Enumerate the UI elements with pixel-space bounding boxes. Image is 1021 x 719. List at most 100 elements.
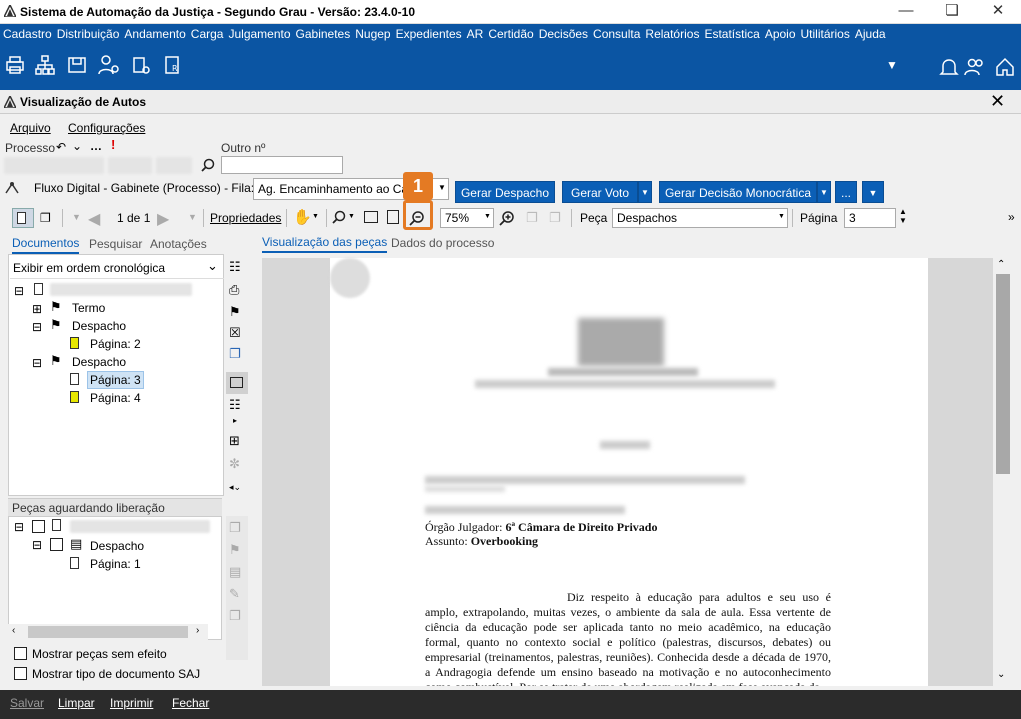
zoom-tool-icon[interactable] bbox=[332, 210, 346, 224]
hierarchy-icon[interactable] bbox=[34, 54, 56, 76]
remove-document-icon[interactable]: ☒ bbox=[229, 325, 241, 341]
fechar-button[interactable]: Fechar bbox=[172, 696, 209, 710]
edit-icon[interactable]: ✎ bbox=[229, 586, 240, 602]
menu-item-14[interactable]: Apoio bbox=[762, 24, 798, 41]
fit-width-icon[interactable] bbox=[364, 211, 378, 223]
menu-configuracoes[interactable]: Configurações bbox=[68, 121, 145, 135]
rotate-left-icon[interactable]: ❐ bbox=[526, 210, 538, 226]
menu-item-12[interactable]: Relatórios bbox=[642, 24, 701, 41]
menu-item-0[interactable]: Cadastro bbox=[0, 24, 54, 41]
tree-link-icon[interactable]: ☷ bbox=[229, 397, 241, 413]
scroll-left-icon[interactable]: ‹ bbox=[12, 625, 15, 636]
tree-item-pagina-2[interactable]: Página: 2 bbox=[90, 337, 141, 351]
delete-icon[interactable]: ▤ bbox=[229, 564, 241, 580]
tree-item-pagina-4[interactable]: Página: 4 bbox=[90, 391, 141, 405]
chevron-down-icon[interactable]: ⌄ bbox=[207, 258, 218, 274]
processo-suffix-blurred[interactable] bbox=[156, 157, 192, 174]
chevron-down-icon[interactable]: ▼ bbox=[438, 183, 446, 192]
minimize-icon[interactable]: — bbox=[883, 0, 929, 24]
limpar-button[interactable]: Limpar bbox=[58, 696, 95, 710]
fit-page-icon[interactable] bbox=[387, 210, 399, 224]
first-page-icon[interactable]: ▼ bbox=[72, 212, 81, 222]
menu-item-6[interactable]: Nugep bbox=[352, 24, 392, 41]
gerar-voto-button[interactable]: Gerar Voto bbox=[562, 181, 638, 203]
order-select[interactable]: Exibir em ordem cronológica bbox=[10, 257, 224, 279]
processo-number-blurred[interactable] bbox=[4, 157, 104, 174]
scroll-right-icon[interactable]: › bbox=[196, 625, 199, 636]
sem-efeito-checkbox[interactable] bbox=[14, 647, 27, 660]
select-checkbox[interactable] bbox=[32, 520, 45, 533]
menu-item-2[interactable]: Andamento bbox=[121, 24, 187, 41]
tab-documentos[interactable]: Documentos bbox=[12, 236, 80, 254]
close-icon[interactable]: ✕ bbox=[975, 0, 1021, 24]
chevron-right-icon[interactable]: ▸ bbox=[233, 416, 237, 425]
tree-item-termo[interactable]: Termo bbox=[72, 301, 105, 315]
menu-item-10[interactable]: Decisões bbox=[536, 24, 590, 41]
chevron-down-icon[interactable]: ▼ bbox=[778, 213, 785, 220]
pagina-input[interactable]: 3 bbox=[844, 208, 896, 228]
scrollbar-thumb[interactable] bbox=[28, 626, 188, 638]
scroll-up-icon[interactable]: ⌃ bbox=[997, 259, 1005, 270]
gerar-voto-dropdown-icon[interactable]: ▼ bbox=[638, 181, 652, 203]
chevron-down-icon[interactable]: ▼ bbox=[484, 213, 491, 220]
aguardando-pagina-1[interactable]: Página: 1 bbox=[90, 557, 141, 571]
salvar-button[interactable]: Salvar bbox=[10, 696, 44, 710]
menu-item-15[interactable]: Utilitários bbox=[798, 24, 852, 41]
zoom-in-icon[interactable] bbox=[499, 210, 515, 226]
search-icon[interactable] bbox=[201, 158, 215, 172]
menu-item-7[interactable]: Expedientes bbox=[393, 24, 464, 41]
menu-item-4[interactable]: Julgamento bbox=[225, 24, 292, 41]
back-arrow-icon[interactable]: ↶ bbox=[56, 140, 66, 154]
restore-icon[interactable]: ❏ bbox=[929, 0, 975, 24]
tree-item-pagina-3[interactable]: Página: 3 bbox=[87, 371, 144, 389]
tab-visualizacao-pecas[interactable]: Visualização das peças bbox=[262, 235, 388, 253]
chevron-down-icon[interactable]: ▼ bbox=[348, 213, 355, 220]
print-icon[interactable]: ⎙ bbox=[229, 282, 239, 298]
dropdown-arrow-icon[interactable]: ▼ bbox=[886, 58, 898, 72]
folder-icon[interactable] bbox=[66, 54, 88, 76]
scroll-down-icon[interactable]: ⌄ bbox=[997, 669, 1005, 680]
hand-tool-icon[interactable]: ✋ bbox=[293, 208, 312, 226]
next-page-icon[interactable]: ▶ bbox=[157, 209, 169, 229]
document-r-icon[interactable]: R bbox=[162, 54, 184, 76]
add-note-icon[interactable]: ⊞ bbox=[229, 433, 240, 449]
user-settings-icon[interactable] bbox=[98, 54, 120, 76]
tree-expand-icon[interactable]: ⊞ bbox=[32, 302, 42, 316]
menu-item-3[interactable]: Carga bbox=[188, 24, 226, 41]
tree-collapse-icon[interactable]: ⊟ bbox=[14, 520, 24, 534]
gerar-decisao-dropdown-icon[interactable]: ▼ bbox=[817, 181, 831, 203]
seal-icon[interactable]: ⚑ bbox=[229, 542, 241, 558]
menu-arquivo[interactable]: Arquivo bbox=[10, 121, 51, 135]
previous-page-icon[interactable]: ◀ bbox=[88, 209, 100, 229]
chevron-down-icon[interactable]: ▼ bbox=[312, 213, 319, 220]
home-icon[interactable] bbox=[994, 56, 1016, 78]
list-view-icon[interactable]: ☷ bbox=[229, 259, 241, 275]
aguardando-despacho[interactable]: Despacho bbox=[90, 539, 144, 553]
peca-select[interactable]: Despachos bbox=[612, 208, 788, 228]
propriedades-button[interactable]: Propriedades bbox=[210, 211, 281, 225]
processo-foro-blurred[interactable] bbox=[108, 157, 152, 174]
tab-pesquisar[interactable]: Pesquisar bbox=[89, 237, 142, 251]
chevron-down-icon[interactable]: ⌄ bbox=[72, 139, 82, 153]
select-checkbox[interactable] bbox=[50, 538, 63, 551]
menu-item-9[interactable]: Certidão bbox=[485, 24, 535, 41]
scroll-arrows-icon[interactable]: ◂⌄ bbox=[229, 482, 241, 493]
menu-item-1[interactable]: Distribuição bbox=[54, 24, 122, 41]
close-subwindow-icon[interactable]: ✕ bbox=[990, 91, 1005, 112]
tree-item-despacho[interactable]: Despacho bbox=[72, 355, 126, 369]
menu-item-16[interactable]: Ajuda bbox=[852, 24, 888, 41]
more-icon[interactable]: … bbox=[90, 139, 102, 153]
tree-collapse-icon[interactable]: ⊟ bbox=[32, 538, 42, 552]
gerar-decisao-button[interactable]: Gerar Decisão Monocrática bbox=[659, 181, 817, 203]
seal-icon[interactable]: ⚑ bbox=[229, 304, 241, 320]
rotate-right-icon[interactable]: ❐ bbox=[549, 210, 561, 226]
outro-numero-input[interactable] bbox=[221, 156, 343, 174]
process-number-blurred[interactable] bbox=[50, 283, 192, 296]
last-page-icon[interactable]: ▼ bbox=[188, 212, 197, 222]
tree-item-despacho[interactable]: Despacho bbox=[72, 319, 126, 333]
tipo-documento-checkbox[interactable] bbox=[14, 667, 27, 680]
tree-collapse-icon[interactable]: ⊟ bbox=[32, 320, 42, 334]
overflow-chevron-icon[interactable]: » bbox=[1008, 210, 1015, 224]
more-actions-button[interactable]: ... bbox=[835, 181, 857, 203]
printer-icon[interactable] bbox=[4, 54, 26, 76]
